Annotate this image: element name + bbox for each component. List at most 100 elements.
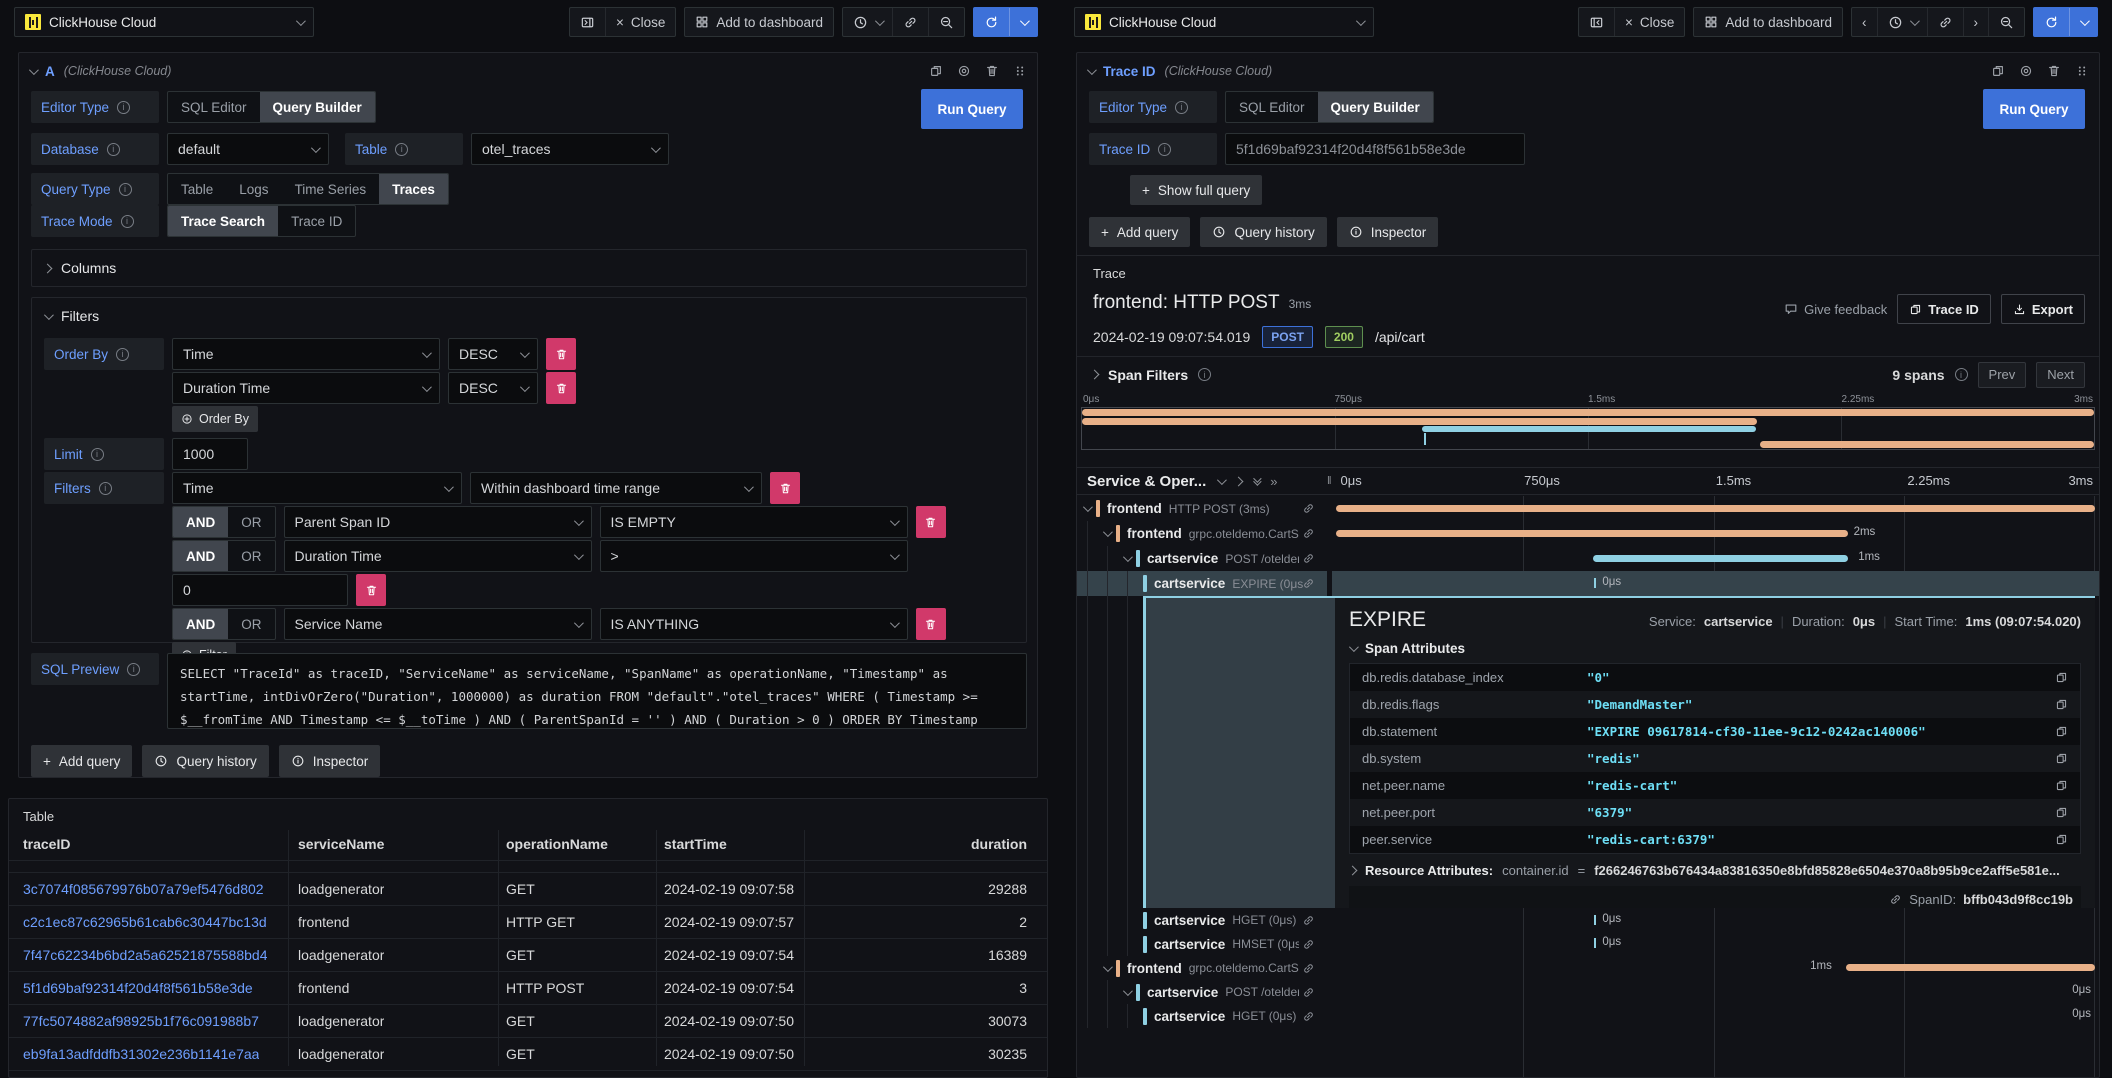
zoom-out-button[interactable] (929, 8, 964, 36)
filter-op-select[interactable]: IS EMPTY (600, 506, 908, 538)
add-query-button[interactable]: +Add query (1089, 217, 1190, 247)
tab-trace-search[interactable]: Trace Search (168, 206, 278, 236)
database-select[interactable]: default (167, 133, 329, 165)
datasource-picker[interactable]: ClickHouse Cloud (1074, 7, 1374, 37)
col-header-servicename[interactable]: serviceName (298, 836, 384, 852)
remove-query-icon[interactable] (985, 64, 999, 78)
span-collapse-icon[interactable] (1123, 986, 1133, 996)
query-history-button[interactable]: Query history (1200, 217, 1326, 247)
trace-id-link[interactable]: 7f47c62234b6bd2a5a62521875588bd4 (23, 947, 267, 963)
filter-field-select[interactable]: Time (172, 472, 462, 504)
copy-icon[interactable] (2055, 833, 2068, 846)
span-collapse-icon[interactable] (1103, 527, 1113, 537)
order-by-dir-select[interactable]: DESC (448, 372, 538, 404)
order-by-field-select[interactable]: Duration Time (172, 372, 440, 404)
span-bar[interactable] (1594, 578, 1596, 588)
col-header-starttime[interactable]: startTime (664, 836, 727, 852)
or-option[interactable]: OR (228, 609, 274, 639)
remove-filter-button[interactable] (916, 506, 946, 538)
span-row[interactable]: frontend HTTP POST (3ms) (1077, 496, 2099, 521)
refresh-button[interactable] (2034, 8, 2070, 36)
trace-id-input[interactable]: 5f1d69baf92314f20d4f8f561b58e3de (1225, 133, 1525, 165)
tab-query-builder[interactable]: Query Builder (1318, 92, 1433, 122)
give-feedback-button[interactable]: Give feedback (1784, 302, 1887, 317)
remove-order-by-button[interactable] (546, 338, 576, 370)
service-operation-column-header[interactable]: Service & Oper... (1087, 473, 1206, 490)
add-query-button[interactable]: +Add query (31, 745, 132, 777)
tab-trace-id[interactable]: Trace ID (278, 206, 355, 236)
share-link-button[interactable] (893, 8, 929, 36)
minimap-viewport[interactable] (1081, 407, 2095, 450)
and-option[interactable]: AND (173, 609, 228, 639)
filter-op-select[interactable]: > (600, 540, 908, 572)
trace-id-link[interactable]: c2c1ec87c62965b61cab6c30447bc13d (23, 914, 267, 930)
inspector-button[interactable]: Inspector (279, 745, 381, 777)
copy-icon[interactable] (2055, 752, 2068, 765)
add-to-dashboard-button[interactable]: Add to dashboard (685, 8, 833, 36)
run-query-button[interactable]: Run Query (921, 89, 1023, 129)
span-row[interactable]: cartservice POST /oteldemo 1ms (1077, 546, 2099, 571)
order-by-dir-select[interactable]: DESC (448, 338, 538, 370)
span-bar[interactable] (1594, 915, 1596, 925)
span-link-icon[interactable] (1299, 527, 1315, 540)
span-bar[interactable] (1846, 964, 2095, 971)
time-picker-button[interactable] (1878, 8, 1928, 36)
span-row[interactable]: cartservice HGET (0μs) 0μs (1077, 1004, 2099, 1028)
tab-table[interactable]: Table (168, 174, 226, 204)
trace-id-button[interactable]: Trace ID (1897, 294, 1991, 324)
filter-field-select[interactable]: Service Name (284, 608, 592, 640)
duplicate-query-icon[interactable] (1991, 64, 2005, 78)
query-row-header[interactable]: Trace ID (ClickHouse Cloud) (1077, 53, 2099, 89)
refresh-interval-button[interactable] (2070, 8, 2097, 36)
span-collapse-icon[interactable] (1103, 962, 1113, 972)
span-row[interactable]: cartservice HGET (0μs) 0μs (1077, 908, 2099, 932)
remove-order-by-button[interactable] (546, 372, 576, 404)
refresh-interval-button[interactable] (1010, 8, 1037, 36)
col-header-operationname[interactable]: operationName (506, 836, 608, 852)
expand-all-icon[interactable]: » (1270, 474, 1277, 489)
span-row[interactable]: cartservice HMSET (0μs 0μs (1077, 932, 2099, 956)
hide-response-icon[interactable] (2019, 64, 2033, 78)
and-option[interactable]: AND (173, 541, 228, 571)
columns-section[interactable]: Columns (31, 249, 1027, 287)
filter-field-select[interactable]: Duration Time (284, 540, 592, 572)
span-row[interactable]: frontend grpc.oteldemo.CartSer 2ms (1077, 521, 2099, 546)
span-collapse-icon[interactable] (1123, 552, 1133, 562)
remove-filter-button[interactable] (916, 608, 946, 640)
zoom-out-button[interactable] (1989, 8, 2024, 36)
tab-logs[interactable]: Logs (226, 174, 281, 204)
span-link-icon[interactable] (1299, 914, 1315, 927)
hide-response-icon[interactable] (957, 64, 971, 78)
order-by-field-select[interactable]: Time (172, 338, 440, 370)
trace-id-link[interactable]: 77fc5074882af98925b1f76c091988b7 (23, 1013, 259, 1029)
tab-sql-editor[interactable]: SQL Editor (1226, 92, 1318, 122)
and-option[interactable]: AND (173, 507, 228, 537)
query-row-header[interactable]: A (ClickHouse Cloud) (19, 53, 1037, 89)
span-row[interactable]: frontend grpc.oteldemo.CartSer 1ms (1077, 956, 2099, 980)
filter-field-select[interactable]: Parent Span ID (284, 506, 592, 538)
trace-id-link[interactable]: 5f1d69baf92314f20d4f8f561b58e3de (23, 980, 253, 996)
span-row-selected[interactable]: cartservice EXPIRE (0μs 0μs (1077, 571, 2099, 596)
span-attributes-toggle[interactable]: Span Attributes (1349, 641, 2081, 656)
span-link-icon[interactable] (1299, 962, 1315, 975)
time-picker-button[interactable] (843, 8, 893, 36)
shift-time-back-button[interactable]: ‹ (1852, 8, 1878, 36)
duplicate-query-icon[interactable] (929, 64, 943, 78)
link-icon[interactable] (1889, 893, 1902, 906)
col-header-duration[interactable]: duration (971, 836, 1027, 852)
close-pane-button[interactable]: × Close (1615, 8, 1684, 36)
col-header-traceid[interactable]: traceID (23, 836, 70, 852)
filter-op-select[interactable]: Within dashboard time range (470, 472, 762, 504)
tab-time-series[interactable]: Time Series (282, 174, 380, 204)
limit-input[interactable]: 1000 (172, 438, 248, 470)
remove-query-icon[interactable] (2047, 64, 2061, 78)
split-pane-button[interactable] (570, 8, 606, 36)
span-bar[interactable] (1336, 530, 1848, 537)
or-option[interactable]: OR (228, 507, 274, 537)
span-filters-toggle[interactable]: Span Filters (1108, 367, 1188, 383)
add-to-dashboard-button[interactable]: Add to dashboard (1694, 8, 1842, 36)
span-bar[interactable] (1593, 555, 1848, 562)
filter-op-select[interactable]: IS ANYTHING (600, 608, 908, 640)
export-button[interactable]: Export (2001, 294, 2085, 324)
expand-one-icon[interactable] (1234, 476, 1244, 486)
